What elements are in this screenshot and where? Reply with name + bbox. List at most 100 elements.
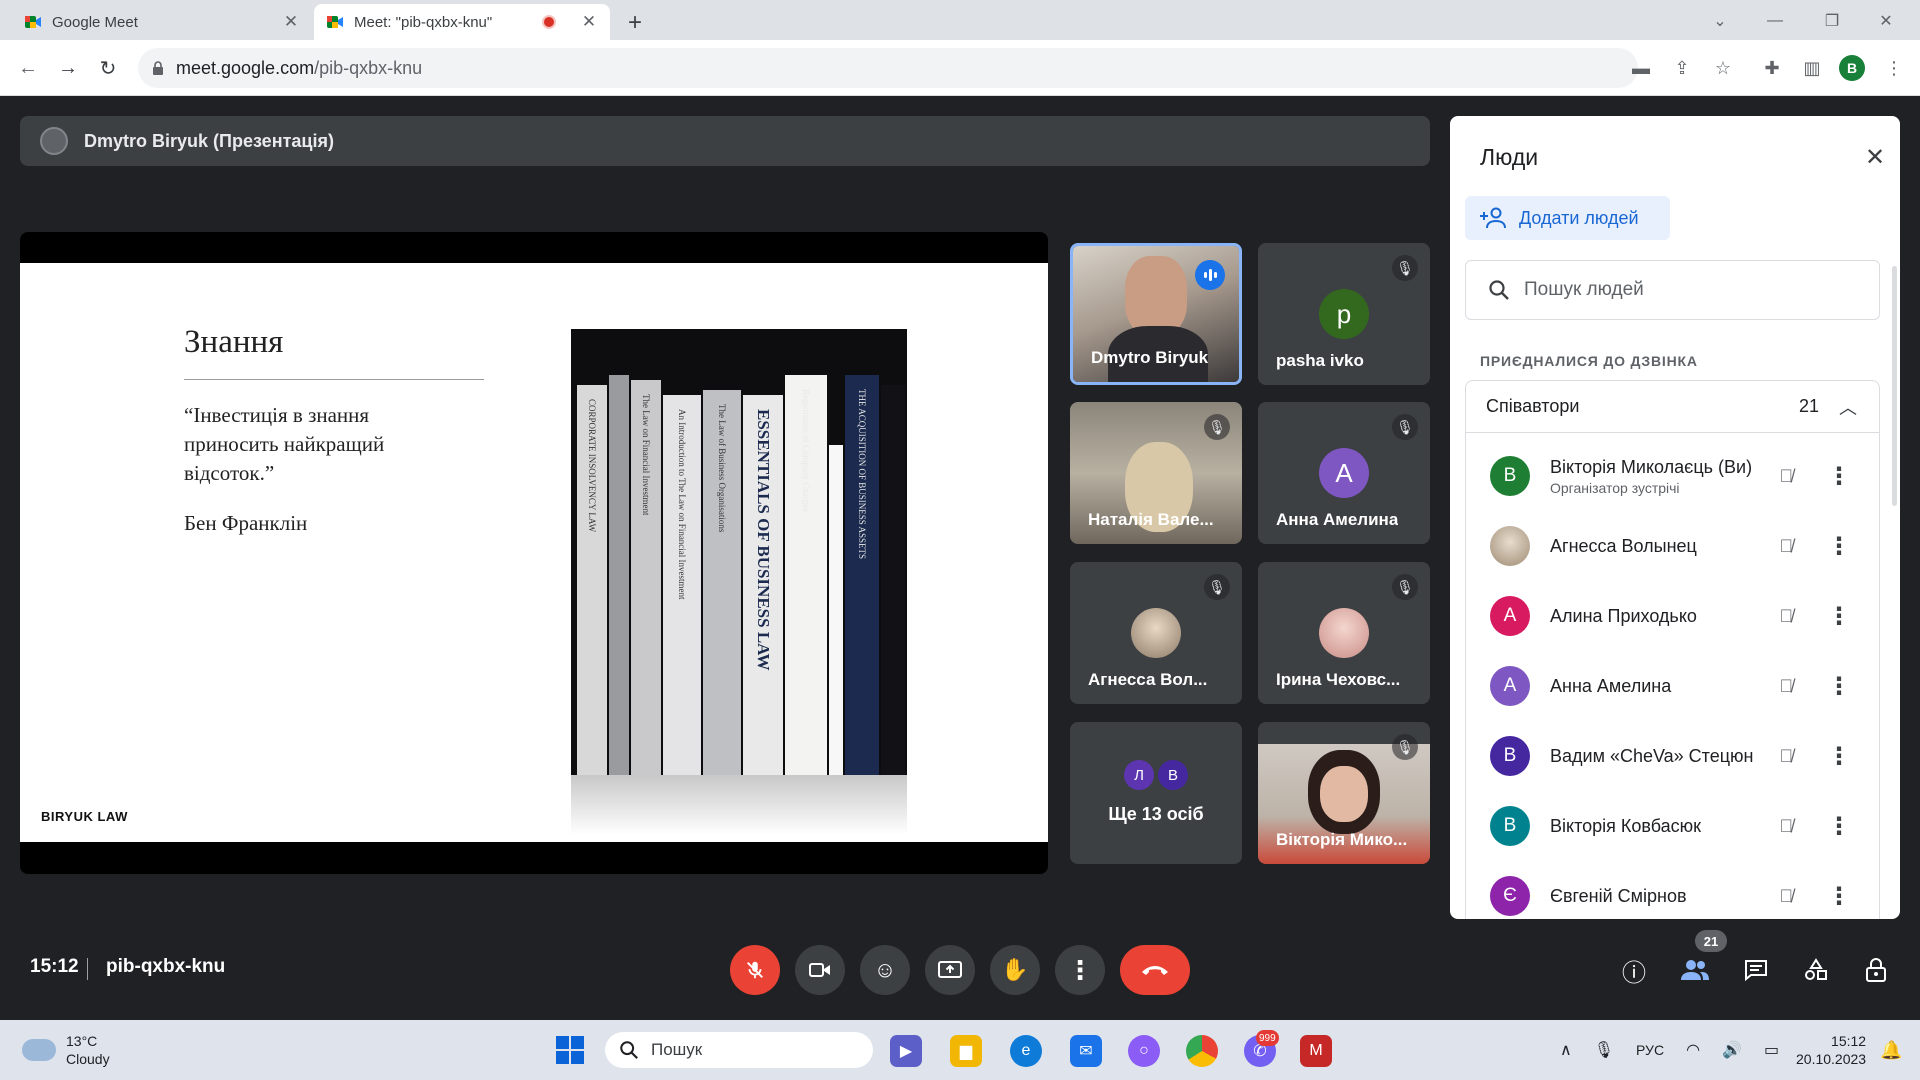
- more-vert-icon[interactable]: ⋮: [1827, 882, 1851, 911]
- participant-tile[interactable]: 🎙 А Анна Амелина: [1258, 402, 1430, 544]
- participant-name: Анна Амелина: [1276, 510, 1399, 529]
- taskbar-search[interactable]: Пошук: [605, 1032, 873, 1068]
- battery-icon[interactable]: ▭: [1764, 1040, 1779, 1060]
- forward-icon[interactable]: →: [52, 52, 84, 84]
- end-call-button[interactable]: [1120, 945, 1190, 995]
- language-indicator[interactable]: РУС: [1636, 1042, 1664, 1058]
- people-button[interactable]: [1675, 950, 1715, 990]
- panel-scrollbar[interactable]: [1892, 266, 1897, 506]
- person-add-icon: [1480, 207, 1506, 229]
- more-vert-icon[interactable]: ⋮: [1827, 532, 1851, 561]
- tab-google-meet[interactable]: Google Meet ✕: [12, 4, 312, 40]
- participant-name: Dmytro Biryuk: [1091, 348, 1209, 367]
- more-options-button[interactable]: ⋮: [1055, 945, 1105, 995]
- meeting-info-button[interactable]: ⓘ: [1614, 950, 1654, 990]
- volume-icon[interactable]: 🔊: [1722, 1040, 1742, 1060]
- reactions-button[interactable]: ☺: [860, 945, 910, 995]
- mic-off-icon: 🎙: [1392, 414, 1418, 440]
- windows-start-icon[interactable]: [556, 1036, 584, 1064]
- list-item[interactable]: А Алина Приходько 🎙̸ ⋮: [1466, 581, 1881, 651]
- extensions-icon[interactable]: ✚: [1754, 50, 1790, 86]
- meet-now-icon[interactable]: ▶: [890, 1035, 922, 1067]
- address-bar[interactable]: meet.google.com/pib-qxbx-knu: [138, 48, 1638, 88]
- new-tab-button[interactable]: +: [620, 8, 650, 38]
- participant-tile[interactable]: Dmytro Biryuk: [1070, 243, 1242, 385]
- participant-name: Алина Приходько: [1550, 605, 1697, 626]
- book-spine-title: The Law of Business Organisations: [717, 404, 727, 533]
- alice-icon[interactable]: ○: [1128, 1035, 1160, 1067]
- info-icon: ⓘ: [1622, 959, 1646, 987]
- back-icon[interactable]: ←: [12, 52, 44, 84]
- mcafee-icon[interactable]: M: [1300, 1035, 1332, 1067]
- menu-icon[interactable]: ⋮: [1876, 50, 1912, 86]
- side-panel-icon[interactable]: ▥: [1794, 50, 1830, 86]
- weather-widget[interactable]: 13°C Cloudy: [22, 1032, 110, 1068]
- profile-avatar[interactable]: B: [1839, 55, 1865, 81]
- raise-hand-button[interactable]: ✋: [990, 945, 1040, 995]
- weather-text: 13°C Cloudy: [66, 1033, 110, 1067]
- participant-avatar: В: [1490, 456, 1530, 496]
- cloud-icon: [22, 1039, 56, 1061]
- notifications-icon[interactable]: 🔔: [1880, 1040, 1902, 1061]
- tab-meet-call[interactable]: Meet: "pib-qxbx-knu" ✕: [314, 4, 610, 40]
- wifi-icon[interactable]: ◠: [1686, 1040, 1700, 1060]
- participant-tile[interactable]: 🎙 Агнесса Вол...: [1070, 562, 1242, 704]
- mic-toggle-button[interactable]: [730, 945, 780, 995]
- participant-tile[interactable]: 🎙 p pasha ivko: [1258, 243, 1430, 385]
- participant-tile[interactable]: 🎙 Наталія Вале...: [1070, 402, 1242, 544]
- mail-icon[interactable]: ✉: [1070, 1035, 1102, 1067]
- chrome-icon[interactable]: [1186, 1035, 1218, 1067]
- list-item[interactable]: В Вікторія Ковбасюк 🎙̸ ⋮: [1466, 791, 1881, 861]
- close-panel-button[interactable]: ✕: [1858, 140, 1892, 174]
- more-vert-icon[interactable]: ⋮: [1827, 602, 1851, 631]
- camera-icon[interactable]: ▬: [1623, 50, 1659, 86]
- close-tab-icon[interactable]: ✕: [282, 12, 300, 32]
- restore-button[interactable]: ❐: [1812, 8, 1852, 34]
- search-input[interactable]: [1524, 279, 1844, 301]
- chevron-up-icon[interactable]: ∧: [1560, 1040, 1572, 1060]
- participant-tile[interactable]: 🎙 Ірина Чеховс...: [1258, 562, 1430, 704]
- list-item[interactable]: В Вікторія Миколаєць (Ви) Організатор зус…: [1466, 441, 1881, 511]
- chat-button[interactable]: [1736, 950, 1776, 990]
- participant-name: Вікторія Мико...: [1276, 830, 1408, 849]
- more-participants-tile[interactable]: Л В Ще 13 осіб: [1070, 722, 1242, 864]
- microphone-icon[interactable]: 🎙: [1594, 1040, 1614, 1060]
- group-count: 21: [1798, 396, 1819, 416]
- host-controls-button[interactable]: [1856, 950, 1896, 990]
- activities-button[interactable]: [1796, 950, 1836, 990]
- more-vert-icon: ⋮: [1067, 954, 1093, 985]
- close-window-button[interactable]: ✕: [1866, 8, 1906, 34]
- edge-icon[interactable]: e: [1010, 1035, 1042, 1067]
- add-people-button[interactable]: Додати людей: [1465, 196, 1670, 240]
- tab-label: Meet: "pib-qxbx-knu": [354, 13, 493, 31]
- minimize-button[interactable]: —: [1755, 8, 1795, 34]
- list-item[interactable]: А Анна Амелина 🎙̸ ⋮: [1466, 651, 1881, 721]
- more-vert-icon[interactable]: ⋮: [1827, 672, 1851, 701]
- google-meet-icon: [327, 16, 343, 28]
- list-item[interactable]: В Вадим «CheVa» Стецюн 🎙̸ ⋮: [1466, 721, 1881, 791]
- chevron-up-icon[interactable]: ︿: [1839, 394, 1857, 420]
- speaking-indicator-icon: [1195, 260, 1225, 290]
- participant-tile[interactable]: 🎙 Вікторія Мико...: [1258, 722, 1430, 864]
- book-spine: THE ACQUISITION OF BUSINESS ASSETS: [845, 375, 879, 775]
- more-vert-icon[interactable]: ⋮: [1827, 742, 1851, 771]
- people-count-badge: 21: [1695, 930, 1727, 952]
- camera-toggle-button[interactable]: [795, 945, 845, 995]
- star-icon[interactable]: ☆: [1705, 50, 1741, 86]
- tab-search-icon[interactable]: ⌄: [1700, 8, 1740, 34]
- file-explorer-icon[interactable]: ▆: [950, 1035, 982, 1067]
- more-vert-icon[interactable]: ⋮: [1827, 462, 1851, 491]
- list-item[interactable]: Агнесса Волынец 🎙̸ ⋮: [1466, 511, 1881, 581]
- lock-icon: [153, 60, 163, 75]
- more-vert-icon[interactable]: ⋮: [1827, 812, 1851, 841]
- group-header[interactable]: Співавтори 21 ︿: [1466, 381, 1879, 433]
- book-spine: ESSENTIALS OF BUSINESS LAW: [743, 395, 783, 775]
- taskbar-clock[interactable]: 15:12 20.10.2023: [1796, 1032, 1866, 1068]
- present-button[interactable]: [925, 945, 975, 995]
- books-reflection: [571, 775, 907, 835]
- people-search[interactable]: [1465, 260, 1880, 320]
- reload-icon[interactable]: ↻: [92, 52, 124, 84]
- close-tab-icon[interactable]: ✕: [580, 12, 598, 32]
- list-item[interactable]: Є Євгеній Смірнов 🎙̸ ⋮: [1466, 861, 1881, 919]
- share-icon[interactable]: ⇪: [1664, 50, 1700, 86]
